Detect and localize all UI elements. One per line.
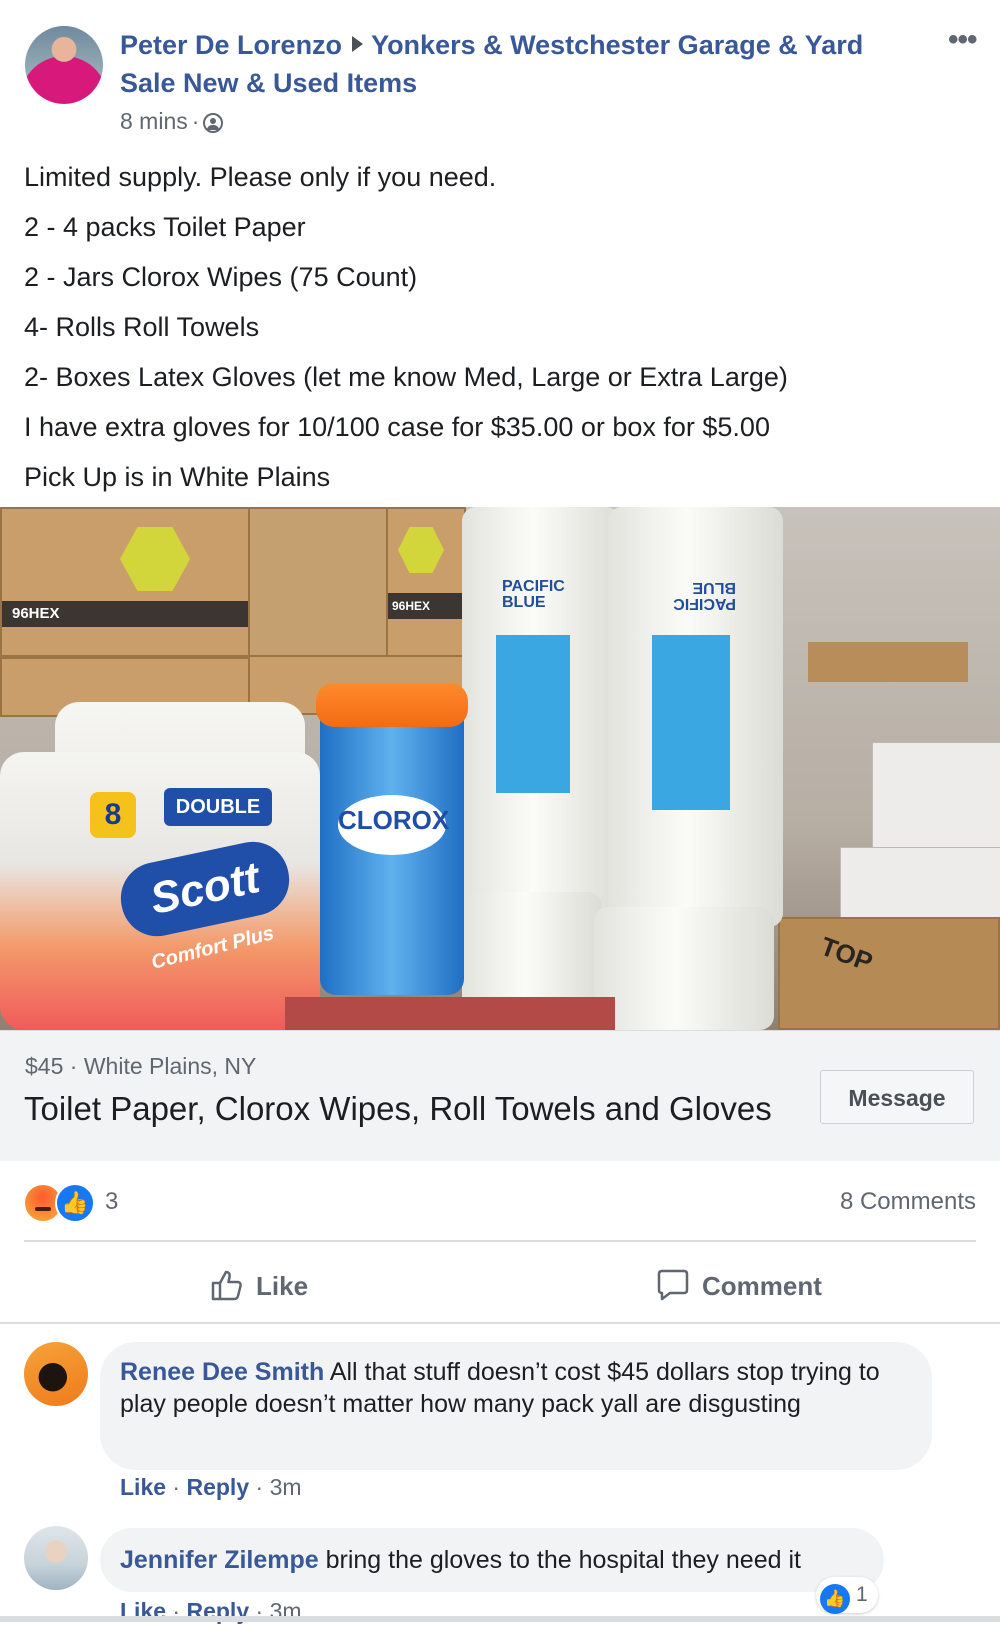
comment-time[interactable]: 3m (270, 1474, 302, 1500)
photo-cardboard-box: 96HEX (386, 507, 466, 657)
post-header: Peter De Lorenzo Yonkers & Westchester Ga… (120, 26, 920, 102)
post-line: 4- Rolls Roll Towels (24, 312, 260, 342)
photo-cardboard-box: TOP (778, 917, 1000, 1030)
post-line: Limited supply. Please only if you need. (24, 162, 497, 192)
listing-location: White Plains, NY (83, 1053, 257, 1079)
commenter-avatar[interactable] (24, 1342, 88, 1406)
photo-table (808, 642, 968, 682)
arrow-right-icon (352, 36, 364, 52)
scroll-edge (0, 1616, 1000, 1622)
group-icon (203, 113, 224, 133)
comment-bubble: Jennifer Zilempe bring the gloves to the… (100, 1528, 884, 1592)
comment-reply-link[interactable]: Reply (186, 1474, 249, 1500)
more-dots-icon[interactable]: ••• (948, 25, 977, 55)
like-icon: 👍 (820, 1584, 850, 1614)
photo-cardboard-box (248, 507, 388, 657)
post-line: 2- Boxes Latex Gloves (let me know Med, … (24, 362, 788, 392)
photo-glove-box (285, 997, 615, 1030)
photo-clorox-canister: CLOROX (316, 683, 468, 995)
listing-price: $45 (25, 1053, 64, 1079)
comment-reaction-count[interactable]: 👍 1 (816, 1577, 878, 1614)
post-time-link[interactable]: 8 mins (120, 108, 188, 134)
like-button-label: Like (256, 1271, 309, 1301)
post-line: Pick Up is in White Plains (24, 462, 331, 492)
comment-icon (657, 1269, 689, 1301)
author-avatar[interactable] (25, 26, 103, 104)
comment-button-label: Comment (702, 1271, 822, 1301)
author-name-link[interactable]: Peter De Lorenzo (120, 30, 342, 60)
post-line: I have extra gloves for 10/100 case for … (24, 412, 770, 442)
like-icon: 👍 (55, 1183, 95, 1223)
thumbs-up-icon (211, 1270, 242, 1301)
photo-paper-towel-roll (594, 907, 774, 1030)
listing-info: $45 · White Plains, NY Toilet Paper, Clo… (0, 1030, 1000, 1161)
photo-toilet-paper-pack: 8 DOUBLE Scott Comfort Plus (0, 752, 320, 1030)
reaction-count: 3 (105, 1188, 119, 1215)
post-body: Limited supply. Please only if you need.… (24, 152, 974, 502)
post-line: 2 - Jars Clorox Wipes (75 Count) (24, 262, 418, 292)
comment-like-link[interactable]: Like (120, 1474, 166, 1500)
comment-author-link[interactable]: Jennifer Zilempe (120, 1546, 319, 1574)
post-meta: 8 mins · (120, 106, 224, 136)
photo-paper-towel-roll: PACIFIC BLUE (462, 507, 620, 927)
divider (0, 1322, 1000, 1324)
listing-photo[interactable]: 96HEX 96HEX TOP PACIFIC BLUE PACIFIC BLU… (0, 507, 1000, 1030)
like-button[interactable]: Like (210, 1262, 308, 1310)
photo-white-box (872, 742, 1000, 864)
photo-cardboard-box: 96HEX (0, 507, 250, 657)
comment-count-link[interactable]: 8 Comments (840, 1185, 976, 1219)
divider (24, 1240, 976, 1242)
listing-price-location: $45 · White Plains, NY (25, 1053, 257, 1079)
comment-actions: Like · Reply · 3m (120, 1474, 302, 1500)
commenter-avatar[interactable] (24, 1526, 88, 1590)
comment-button[interactable]: Comment (656, 1262, 822, 1310)
facebook-post: Peter De Lorenzo Yonkers & Westchester Ga… (0, 0, 1000, 1624)
listing-title[interactable]: Toilet Paper, Clorox Wipes, Roll Towels … (24, 1087, 772, 1131)
message-button[interactable]: Message (820, 1070, 974, 1124)
comment-author-link[interactable]: Renee Dee Smith (120, 1358, 324, 1386)
comment-text: bring the gloves to the hospital they ne… (325, 1546, 801, 1574)
post-line: 2 - 4 packs Toilet Paper (24, 212, 306, 242)
comment-bubble: Renee Dee Smith All that stuff doesn’t c… (100, 1342, 932, 1470)
photo-paper-towel-roll: PACIFIC BLUE (608, 507, 783, 927)
